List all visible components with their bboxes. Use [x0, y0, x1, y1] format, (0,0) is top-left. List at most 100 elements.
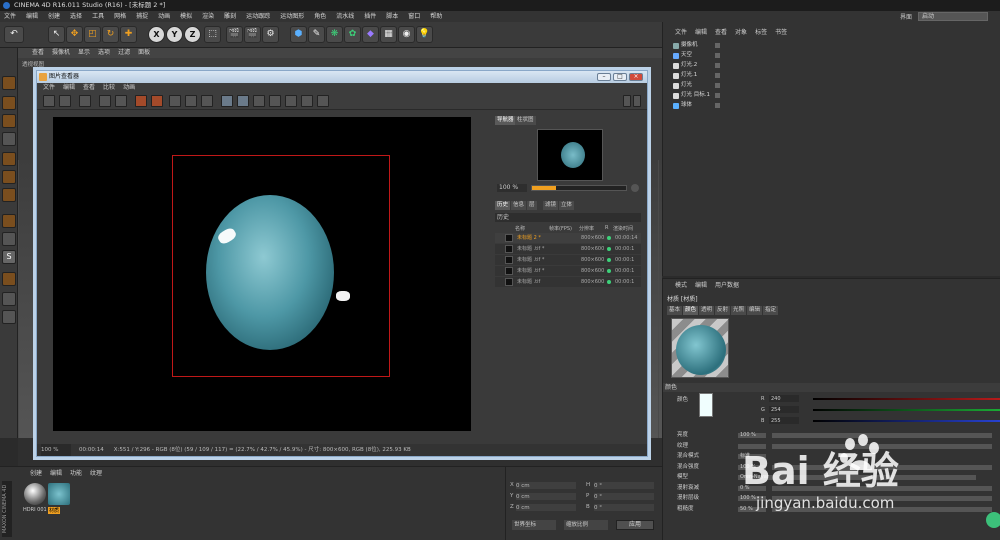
history-row[interactable]: 未标题 .tif * 800×600 00:00:1 — [495, 266, 641, 276]
mask-icon[interactable] — [201, 95, 213, 107]
navigator-thumbnail[interactable] — [537, 129, 603, 181]
open-icon[interactable] — [43, 95, 55, 107]
maximize-button[interactable]: □ — [613, 73, 627, 81]
material-preview[interactable] — [671, 318, 729, 378]
render-region-icon[interactable] — [115, 95, 127, 107]
channel-icon[interactable] — [185, 95, 197, 107]
menu-item[interactable]: 角色 — [314, 11, 326, 22]
menu-item[interactable]: 网格 — [114, 11, 126, 22]
visibility-icon[interactable] — [715, 93, 720, 98]
menu-item[interactable]: 捕捉 — [136, 11, 148, 22]
coord-pos-field[interactable]: 0 cm — [516, 493, 576, 500]
object-menu-item[interactable]: 对象 — [735, 28, 747, 37]
viewport-menu-item[interactable]: 面板 — [138, 48, 150, 58]
viewport-menu-item[interactable]: 摄像机 — [52, 48, 70, 58]
x-axis-icon[interactable]: X — [148, 26, 165, 43]
region-icon[interactable] — [79, 95, 91, 107]
r-value[interactable]: 240 — [769, 395, 799, 402]
material-menu-item[interactable]: 功能 — [70, 469, 82, 478]
snap-icon[interactable]: S — [2, 250, 16, 264]
attribute-menu-item[interactable]: 模式 — [675, 281, 687, 290]
menu-item[interactable]: 流水线 — [336, 11, 354, 22]
ab-compare-icon[interactable] — [99, 95, 111, 107]
menu-item[interactable]: 选择 — [70, 11, 82, 22]
menu-item[interactable]: 渲染 — [202, 11, 214, 22]
color-swatch[interactable] — [699, 393, 713, 417]
menu-item[interactable]: 运动跟踪 — [246, 11, 270, 22]
coord-rot-field[interactable]: 0 ° — [594, 482, 654, 489]
menu-item[interactable]: 动画 — [158, 11, 170, 22]
stop-render-icon[interactable] — [135, 95, 147, 107]
history-tab[interactable]: 历史 — [495, 201, 511, 210]
g-value[interactable]: 254 — [769, 406, 799, 413]
viewport-menu-item[interactable]: 选项 — [98, 48, 110, 58]
undo-icon[interactable]: ↶ — [4, 26, 24, 43]
pv-menu-item[interactable]: 动画 — [123, 83, 135, 92]
material-tab[interactable]: 颜色 — [683, 306, 699, 315]
coord-system-icon[interactable]: ⬚ — [204, 26, 221, 43]
attribute-menu-item[interactable]: 用户数据 — [715, 281, 739, 290]
attribute-menu-item[interactable]: 编辑 — [695, 281, 707, 290]
zoom-value[interactable]: 100 % — [497, 184, 527, 192]
coord-mode-select[interactable]: 世界坐标 — [512, 520, 556, 530]
material-tab[interactable]: 基本 — [667, 306, 683, 315]
coord-rot-field[interactable]: 0 ° — [594, 493, 654, 500]
scale-icon[interactable]: ◰ — [84, 26, 101, 43]
object-menu-item[interactable]: 查看 — [715, 28, 727, 37]
make-editable-icon[interactable] — [2, 76, 16, 90]
hist-icon[interactable] — [285, 95, 297, 107]
viewport-menu-item[interactable]: 显示 — [78, 48, 90, 58]
material-tab[interactable]: 透明 — [699, 306, 715, 315]
zoom-options-icon[interactable] — [631, 184, 639, 192]
select-icon[interactable]: ↖ — [48, 26, 65, 43]
apply-button[interactable]: 应用 — [616, 520, 654, 530]
material-menu-item[interactable]: 创建 — [30, 469, 42, 478]
grid-icon[interactable] — [2, 292, 16, 306]
menu-item[interactable]: 脚本 — [386, 11, 398, 22]
view-single-icon[interactable] — [221, 95, 233, 107]
r-slider[interactable] — [813, 398, 1000, 400]
array-icon[interactable]: ✿ — [344, 26, 361, 43]
z-axis-icon[interactable]: Z — [184, 26, 201, 43]
pv-menu-item[interactable]: 比较 — [103, 83, 115, 92]
menu-item[interactable]: 工具 — [92, 11, 104, 22]
add-icon[interactable]: ✚ — [120, 26, 137, 43]
history-row[interactable]: 未标题 2 * 800×600 00:00:14 — [495, 233, 641, 243]
render-icon[interactable] — [151, 95, 163, 107]
color-r-row[interactable]: R 240 — [761, 395, 1000, 403]
pen-icon[interactable]: ✎ — [308, 26, 325, 43]
material-menu-item[interactable]: 编辑 — [50, 469, 62, 478]
material-menu-item[interactable]: 纹理 — [90, 469, 102, 478]
history-row[interactable]: 未标题 .tif 800×600 00:00:1 — [495, 277, 641, 287]
model-mode-icon[interactable] — [2, 96, 16, 110]
y-axis-icon[interactable]: Y — [166, 26, 183, 43]
view-split-icon[interactable] — [237, 95, 249, 107]
menu-item[interactable]: 帮助 — [430, 11, 442, 22]
menu-item[interactable]: 雕刻 — [224, 11, 236, 22]
pv-side-icon-1[interactable] — [623, 95, 631, 107]
frame-icon[interactable] — [169, 95, 181, 107]
menu-item[interactable]: 运动图形 — [280, 11, 304, 22]
menu-item[interactable]: 文件 — [4, 11, 16, 22]
render-canvas[interactable] — [53, 117, 471, 431]
visibility-icon[interactable] — [715, 73, 720, 78]
object-menu-item[interactable]: 编辑 — [695, 28, 707, 37]
zoom-slider[interactable] — [531, 185, 627, 191]
ab-icon[interactable] — [253, 95, 265, 107]
history-tab[interactable]: 立体 — [559, 201, 575, 210]
menu-item[interactable]: 创建 — [48, 11, 60, 22]
cube-icon[interactable]: ⬢ — [290, 26, 307, 43]
coord-scale-select[interactable]: 缩放比例 — [564, 520, 608, 530]
lock-icon[interactable] — [2, 310, 16, 324]
material-hdri-thumb[interactable] — [24, 483, 46, 505]
object-menu-item[interactable]: 文件 — [675, 28, 687, 37]
visibility-icon[interactable] — [715, 53, 720, 58]
rotate-icon[interactable]: ↻ — [102, 26, 119, 43]
status-zoom[interactable]: 100 % — [41, 444, 71, 456]
material-tab[interactable]: 编辑 — [747, 306, 763, 315]
visibility-icon[interactable] — [715, 83, 720, 88]
camera-icon[interactable]: ◉ — [398, 26, 415, 43]
tab-navigator[interactable]: 导航器 — [495, 116, 516, 125]
deformer-icon[interactable]: ◆ — [362, 26, 379, 43]
menu-item[interactable]: 模拟 — [180, 11, 192, 22]
